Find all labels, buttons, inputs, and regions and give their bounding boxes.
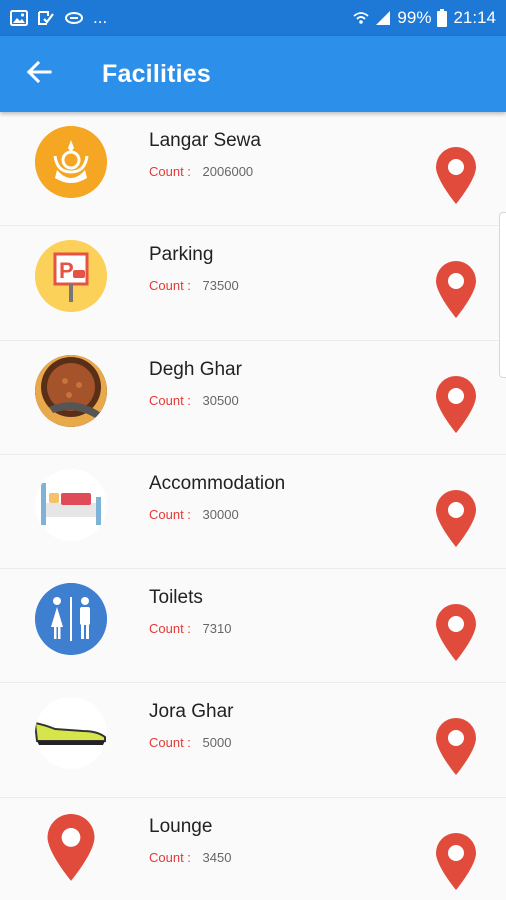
app-bar: Facilities: [0, 36, 506, 112]
location-pin-icon: [436, 147, 476, 204]
map-pin-button[interactable]: [433, 146, 479, 206]
count-value: 2006000: [202, 164, 254, 179]
list-item[interactable]: Toilets Count : 7310: [0, 569, 506, 684]
link-icon: [64, 11, 84, 25]
count-label: Count :: [149, 278, 191, 294]
count-value: 30500: [202, 392, 239, 408]
degh-icon: [35, 354, 107, 427]
list-item[interactable]: Accommodation Count : 30000: [0, 454, 506, 570]
facility-count: Count : 3450: [149, 850, 231, 865]
svg-text:P: P: [59, 258, 74, 283]
map-pin-button[interactable]: [433, 832, 479, 892]
location-pin-icon: [436, 489, 476, 547]
facility-list: Langar Sewa Count : 2006000 P Parking Co…: [0, 112, 506, 900]
facility-name: Jora Ghar: [149, 701, 234, 723]
location-pin-icon: [436, 604, 476, 662]
notification-icons: ...: [10, 8, 107, 28]
facility-name: Lounge: [149, 815, 213, 837]
page-title: Facilities: [102, 59, 211, 88]
wifi-icon: [353, 10, 370, 26]
count-label: Count :: [149, 621, 191, 637]
location-pin-icon: [436, 832, 476, 890]
count-value: 30000: [202, 506, 239, 522]
map-pin-button[interactable]: [433, 603, 479, 663]
count-label: Count :: [149, 735, 191, 751]
list-item[interactable]: Lounge Count : 3450: [0, 797, 506, 900]
arrow-back-icon: [26, 60, 52, 89]
list-item[interactable]: Jora Ghar Count : 5000: [0, 683, 506, 798]
count-value: 7310: [202, 621, 232, 637]
map-pin-button[interactable]: [433, 260, 479, 320]
facility-count: Count : 30500: [149, 393, 239, 408]
parking-icon: P: [35, 240, 107, 313]
check-notification-icon: [37, 10, 55, 26]
count-label: Count :: [149, 392, 191, 408]
clock: 21:14: [453, 8, 496, 27]
facility-name: Toilets: [149, 587, 203, 609]
khanda-icon: [35, 126, 107, 198]
back-button[interactable]: [0, 36, 78, 112]
more-notifications: ...: [93, 8, 108, 27]
lounge-pin-icon: [35, 812, 107, 884]
list-item[interactable]: Degh Ghar Count : 30500: [0, 340, 506, 455]
image-icon: [10, 10, 28, 26]
scrollbar-thumb[interactable]: [499, 212, 506, 378]
battery-icon: [437, 9, 448, 27]
location-pin-icon: [436, 261, 476, 319]
signal-icon: [375, 10, 391, 26]
count-value: 5000: [202, 735, 232, 751]
battery-percent: 99%: [397, 8, 432, 27]
facility-count: Count : 30000: [149, 507, 239, 522]
count-value: 3450: [202, 849, 232, 865]
list-item[interactable]: P Parking Count : 73500: [0, 226, 506, 341]
facility-name: Langar Sewa: [149, 130, 261, 151]
count-label: Count :: [149, 164, 191, 179]
facility-count: Count : 73500: [149, 278, 239, 293]
count-label: Count :: [149, 849, 191, 865]
location-pin-icon: [436, 375, 476, 433]
system-status: 99% 21:14: [353, 8, 496, 28]
map-pin-button[interactable]: [433, 489, 479, 549]
count-value: 73500: [202, 278, 239, 294]
status-bar: ... 99% 21:14: [0, 0, 506, 36]
facility-count: Count : 2006000: [149, 164, 253, 179]
facility-count: Count : 5000: [149, 735, 231, 750]
map-pin-button[interactable]: [433, 375, 479, 435]
count-label: Count :: [149, 506, 191, 522]
map-pin-button[interactable]: [433, 717, 479, 777]
bed-icon: [35, 468, 107, 541]
facility-name: Accommodation: [149, 472, 286, 494]
restroom-icon: [35, 583, 107, 656]
facility-count: Count : 7310: [149, 621, 231, 636]
shoe-icon: [35, 697, 107, 770]
facility-name: Degh Ghar: [149, 358, 242, 380]
list-item[interactable]: Langar Sewa Count : 2006000: [0, 112, 506, 227]
facility-name: Parking: [149, 244, 214, 266]
location-pin-icon: [436, 718, 476, 776]
